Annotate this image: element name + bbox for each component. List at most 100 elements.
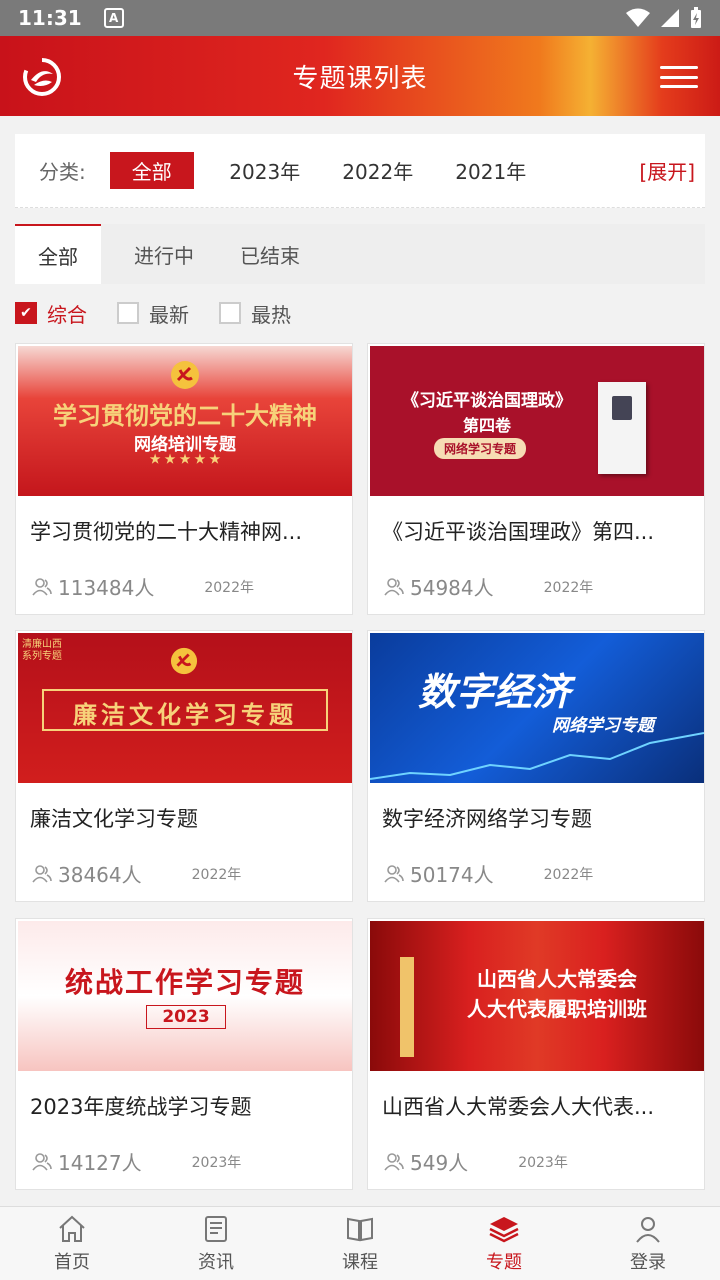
nav-label: 资讯 (198, 1251, 234, 1273)
nav-login[interactable]: 登录 (576, 1207, 720, 1280)
topic-title: 数字经济网络学习专题 (382, 807, 592, 831)
banner-title: 学习贯彻党的二十大精神 (53, 401, 317, 430)
nav-topics[interactable]: 专题 (432, 1207, 576, 1280)
sort-comprehensive[interactable]: ✔ 综合 (15, 299, 87, 328)
people-icon (384, 864, 404, 883)
signal-icon (661, 9, 679, 27)
party-emblem-icon (170, 647, 198, 675)
expand-link[interactable]: [展开] (639, 156, 695, 185)
home-icon (59, 1215, 85, 1242)
sort-newest[interactable]: 最新 (117, 299, 189, 328)
nav-home[interactable]: 首页 (0, 1207, 144, 1280)
participant-count: 14127人 (58, 1151, 142, 1175)
category-option-2023[interactable]: 2023年 (223, 152, 307, 189)
topic-banner-image: 《习近平谈治国理政》 第四卷 网络学习专题 (370, 346, 704, 496)
category-label: 分类: (39, 160, 86, 184)
participant-count: 38464人 (58, 863, 142, 887)
app-logo-icon (23, 58, 61, 96)
participant-count: 549人 (410, 1151, 469, 1175)
nav-label: 专题 (486, 1251, 522, 1273)
topic-title: 学习贯彻党的二十大精神网... (30, 520, 303, 544)
topic-card[interactable]: 统战工作学习专题 2023 2023年度统战学习专题 14127人 2023年 (15, 918, 353, 1190)
nav-label: 课程 (342, 1251, 378, 1273)
nav-news[interactable]: 资讯 (144, 1207, 288, 1280)
category-option-all[interactable]: 全部 (109, 152, 194, 189)
sort-label: 最热 (251, 302, 291, 327)
topic-meta: 14127人 2023年 (32, 1147, 241, 1176)
banner-title: 数字经济 (418, 670, 571, 714)
topic-title: 廉洁文化学习专题 (30, 807, 198, 831)
page-title: 专题课列表 (292, 63, 428, 94)
banner-year-box: 2023 (146, 1005, 226, 1029)
people-icon (32, 1152, 52, 1171)
topic-year: 2023年 (191, 1154, 242, 1171)
menu-icon[interactable] (660, 66, 698, 88)
participant-count: 50174人 (410, 863, 494, 887)
sort-label: 综合 (47, 302, 87, 327)
tab-all[interactable]: 全部 (15, 224, 101, 284)
checkbox-icon[interactable] (219, 302, 241, 324)
sort-hottest[interactable]: 最热 (219, 299, 291, 328)
banner-title: 山西省人大常委会 (477, 967, 637, 991)
banner-tag: 网络学习专题 (434, 438, 527, 459)
topic-meta: 54984人 2022年 (384, 572, 593, 601)
topic-meta: 549人 2023年 (384, 1147, 568, 1176)
topic-banner-image: 清廉山西 系列专题 廉洁文化学习专题 (18, 633, 352, 783)
status-icons (626, 7, 702, 29)
sort-options: ✔ 综合 最新 最热 (15, 296, 321, 330)
category-option-2022[interactable]: 2022年 (336, 152, 420, 189)
chart-graphic (370, 732, 704, 780)
people-icon (384, 1152, 404, 1171)
layers-icon (489, 1216, 519, 1242)
app-header: 专题课列表 (0, 36, 720, 116)
topic-year: 2022年 (543, 866, 594, 883)
status-bar: 11:31 A (0, 0, 720, 36)
banner-corner-line: 系列专题 (22, 651, 62, 662)
tab-finished[interactable]: 已结束 (227, 224, 313, 284)
book-icon (347, 1217, 373, 1241)
banner-title: 廉洁文化学习专题 (73, 700, 297, 729)
topic-banner-image: 数字经济 网络学习专题 (370, 633, 704, 783)
participant-count: 113484人 (58, 576, 155, 600)
topic-title: 2023年度统战学习专题 (30, 1095, 252, 1119)
wifi-icon (626, 8, 650, 27)
notification-a-icon: A (103, 8, 124, 28)
topic-card[interactable]: 山西省人大常委会 人大代表履职培训班 山西省人大常委会人大代表... 549人 … (367, 918, 705, 1190)
banner-title: 统战工作学习专题 (64, 966, 305, 999)
bottom-nav: 首页 资讯 课程 专题 登录 (0, 1206, 720, 1280)
checkbox-checked-icon[interactable]: ✔ (15, 302, 37, 324)
status-tabs: 全部 进行中 已结束 (15, 224, 705, 284)
topic-card[interactable]: 学习贯彻党的二十大精神 网络培训专题 ★ ★ ★ ★ ★ 学习贯彻党的二十大精神… (15, 343, 353, 615)
participant-count: 54984人 (410, 576, 494, 600)
topic-card[interactable]: 《习近平谈治国理政》 第四卷 网络学习专题 《习近平谈治国理政》第四... 54… (367, 343, 705, 615)
nav-courses[interactable]: 课程 (288, 1207, 432, 1280)
nav-label: 首页 (54, 1251, 90, 1273)
topic-meta: 38464人 2022年 (32, 859, 241, 888)
topic-card[interactable]: 数字经济 网络学习专题 数字经济网络学习专题 50174人 2022年 (367, 630, 705, 902)
user-icon (636, 1216, 660, 1243)
banner-corner-line: 清廉山西 (22, 639, 62, 650)
topic-year: 2022年 (543, 579, 594, 596)
topic-title: 《习近平谈治国理政》第四... (382, 520, 655, 544)
banner-corner-label: 清廉山西 系列专题 (22, 639, 62, 663)
topic-meta: 113484人 2022年 (32, 572, 254, 601)
book-cover-image (598, 382, 646, 474)
banner-subtitle: 人大代表履职培训班 (467, 997, 647, 1021)
battery-icon (691, 7, 701, 28)
tab-in-progress[interactable]: 进行中 (121, 224, 207, 284)
topic-banner-image: 学习贯彻党的二十大精神 网络培训专题 ★ ★ ★ ★ ★ (18, 346, 352, 496)
topic-title: 山西省人大常委会人大代表... (382, 1095, 655, 1119)
news-icon (205, 1215, 227, 1242)
checkbox-icon[interactable] (117, 302, 139, 324)
topic-meta: 50174人 2022年 (384, 859, 593, 888)
banner-stars: ★ ★ ★ ★ ★ (149, 452, 221, 466)
people-icon (384, 577, 404, 596)
topic-banner-image: 统战工作学习专题 2023 (18, 921, 352, 1071)
topic-year: 2022年 (204, 579, 254, 596)
category-option-2021[interactable]: 2021年 (449, 152, 533, 189)
people-icon (32, 577, 52, 596)
topic-card[interactable]: 清廉山西 系列专题 廉洁文化学习专题 廉洁文化学习专题 38464人 2022年 (15, 630, 353, 902)
topic-year: 2022年 (191, 866, 242, 883)
category-filter: 分类: 全部 2023年 2022年 2021年 [展开] (15, 134, 705, 208)
topic-banner-image: 山西省人大常委会 人大代表履职培训班 (370, 921, 704, 1071)
